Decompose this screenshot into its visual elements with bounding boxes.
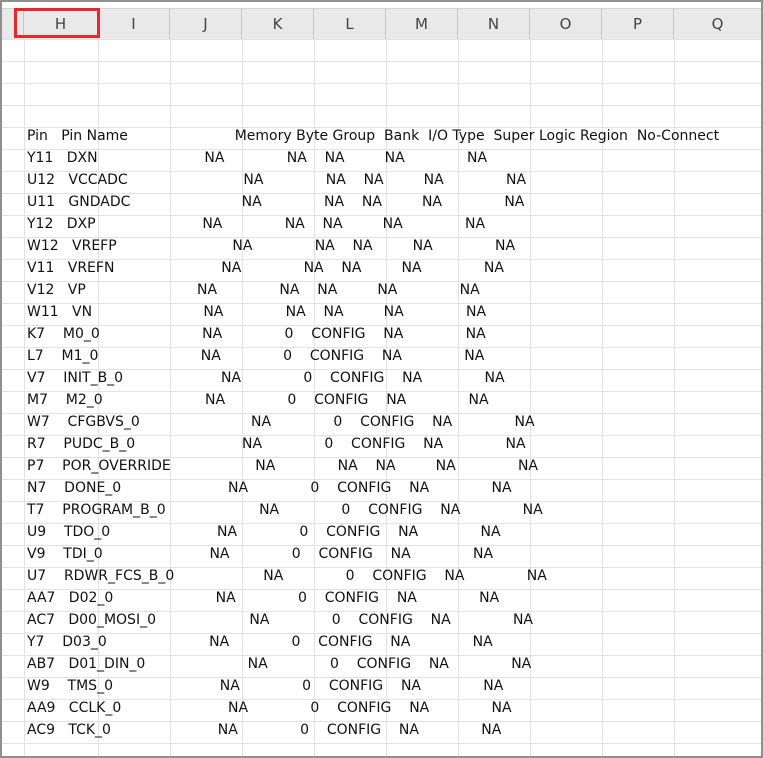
table-row[interactable]: V12 VP NA NA NA NA NA xyxy=(27,282,480,298)
row-gridline xyxy=(2,83,761,84)
row-gridline xyxy=(2,457,761,458)
row-gridline xyxy=(2,413,761,414)
row-gridline xyxy=(2,39,761,40)
row-gridline xyxy=(2,633,761,634)
table-row[interactable]: AB7 D01_DIN_0 NA 0 CONFIG NA NA xyxy=(27,656,531,672)
row-gridline xyxy=(2,347,761,348)
header-row-text[interactable]: Pin Pin Name Memory Byte Group Bank I/O … xyxy=(27,128,719,144)
row-gridline xyxy=(2,369,761,370)
row-gridline xyxy=(2,193,761,194)
table-row[interactable]: W12 VREFP NA NA NA NA NA xyxy=(27,238,515,254)
table-row[interactable]: Y7 D03_0 NA 0 CONFIG NA NA xyxy=(27,634,493,650)
row-gridline xyxy=(2,501,761,502)
column-header-m[interactable]: M xyxy=(386,9,458,39)
row-gridline xyxy=(2,545,761,546)
row-gridline xyxy=(2,61,761,62)
table-row[interactable]: U7 RDWR_FCS_B_0 NA 0 CONFIG NA NA xyxy=(27,568,547,584)
table-row[interactable]: W11 VN NA NA NA NA NA xyxy=(27,304,486,320)
table-row[interactable]: P7 POR_OVERRIDE NA NA NA NA NA xyxy=(27,458,538,474)
spreadsheet-window: H I J K L M N O P Q Pin Pin Name Memory … xyxy=(0,0,763,758)
row-gridline xyxy=(2,435,761,436)
column-header-p[interactable]: P xyxy=(602,9,674,39)
row-gridline xyxy=(2,171,761,172)
table-row[interactable]: U11 GNDADC NA NA NA NA NA xyxy=(27,194,524,210)
table-row[interactable]: W9 TMS_0 NA 0 CONFIG NA NA xyxy=(27,678,503,694)
row-gridline xyxy=(2,611,761,612)
row-gridline xyxy=(2,237,761,238)
row-gridline xyxy=(2,677,761,678)
table-row[interactable]: K7 M0_0 NA 0 CONFIG NA NA xyxy=(27,326,486,342)
row-gridline xyxy=(2,215,761,216)
cell-grid[interactable]: Pin Pin Name Memory Byte Group Bank I/O … xyxy=(2,39,761,756)
row-gridline xyxy=(2,523,761,524)
row-gridline xyxy=(2,479,761,480)
table-row[interactable]: V11 VREFN NA NA NA NA NA xyxy=(27,260,504,276)
column-header-k[interactable]: K xyxy=(242,9,314,39)
row-gridline xyxy=(2,149,761,150)
table-row[interactable]: U12 VCCADC NA NA NA NA NA xyxy=(27,172,526,188)
table-row[interactable]: AC9 TCK_0 NA 0 CONFIG NA NA xyxy=(27,722,501,738)
table-row[interactable]: AC7 D00_MOSI_0 NA 0 CONFIG NA NA xyxy=(27,612,533,628)
row-gridline xyxy=(2,655,761,656)
table-row[interactable]: Y12 DXP NA NA NA NA NA xyxy=(27,216,485,232)
row-gridline xyxy=(2,699,761,700)
row-gridline xyxy=(2,391,761,392)
column-header-q[interactable]: Q xyxy=(674,9,761,39)
row-gridline xyxy=(2,105,761,106)
column-header-bar: H I J K L M N O P Q xyxy=(2,9,761,40)
row-gridline xyxy=(2,743,761,744)
table-row[interactable]: Y11 DXN NA NA NA NA NA xyxy=(27,150,487,166)
row-gridline xyxy=(2,303,761,304)
row-gridline xyxy=(2,567,761,568)
table-row[interactable]: AA7 D02_0 NA 0 CONFIG NA NA xyxy=(27,590,499,606)
row-gridline xyxy=(2,721,761,722)
column-header-l[interactable]: L xyxy=(314,9,386,39)
table-row[interactable]: L7 M1_0 NA 0 CONFIG NA NA xyxy=(27,348,484,364)
row-gridline xyxy=(2,589,761,590)
column-header-j[interactable]: J xyxy=(170,9,242,39)
ribbon-edge xyxy=(2,2,761,9)
table-row[interactable]: T7 PROGRAM_B_0 NA 0 CONFIG NA NA xyxy=(27,502,543,518)
column-header-n[interactable]: N xyxy=(458,9,530,39)
table-row[interactable]: R7 PUDC_B_0 NA 0 CONFIG NA NA xyxy=(27,436,526,452)
row-gridline xyxy=(2,127,761,128)
column-header-i[interactable]: I xyxy=(98,9,170,39)
selected-column-highlight xyxy=(14,8,100,38)
column-header-o[interactable]: O xyxy=(530,9,602,39)
table-row[interactable]: W7 CFGBVS_0 NA 0 CONFIG NA NA xyxy=(27,414,535,430)
table-row[interactable]: M7 M2_0 NA 0 CONFIG NA NA xyxy=(27,392,489,408)
row-gridline xyxy=(2,281,761,282)
table-row[interactable]: N7 DONE_0 NA 0 CONFIG NA NA xyxy=(27,480,512,496)
table-row[interactable]: U9 TDO_0 NA 0 CONFIG NA NA xyxy=(27,524,501,540)
row-gridline xyxy=(2,325,761,326)
table-row[interactable]: V9 TDI_0 NA 0 CONFIG NA NA xyxy=(27,546,493,562)
table-row[interactable]: AA9 CCLK_0 NA 0 CONFIG NA NA xyxy=(27,700,512,716)
table-row[interactable]: V7 INIT_B_0 NA 0 CONFIG NA NA xyxy=(27,370,505,386)
row-gridline xyxy=(2,259,761,260)
